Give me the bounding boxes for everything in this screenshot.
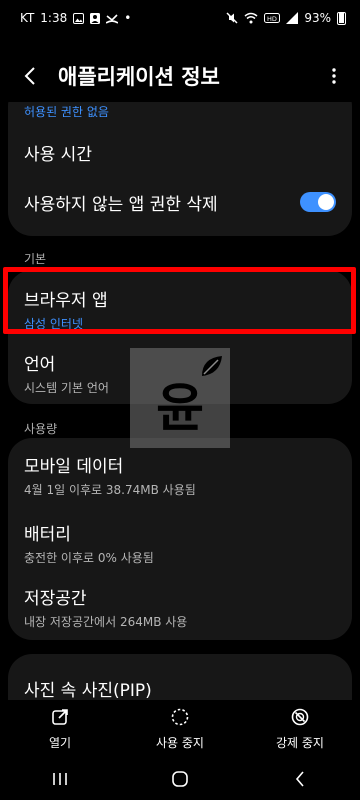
- missed-call-icon: [106, 13, 119, 24]
- mute-icon: [226, 12, 238, 24]
- battery-item[interactable]: 배터리 충전한 이후로 0% 사용됨: [8, 506, 352, 572]
- status-bar: KT 1:38 • HD 93%: [0, 0, 360, 36]
- mobile-data-item[interactable]: 모바일 데이터 4월 1일 이후로 38.74MB 사용됨: [8, 438, 352, 506]
- disable-label: 사용 중지: [156, 735, 204, 750]
- mobile-data-value: 4월 1일 이후로 38.74MB 사용됨: [24, 483, 196, 497]
- pip-label: 사진 속 사진(PIP): [24, 681, 152, 700]
- remove-unused-permissions-item[interactable]: 사용하지 않는 앱 권한 삭제: [8, 178, 352, 228]
- force-stop-icon: [291, 708, 309, 725]
- open-label: 열기: [48, 735, 72, 750]
- more-notifications-dot-icon: •: [124, 11, 132, 25]
- battery-label: 배터리: [24, 525, 71, 545]
- battery-value: 충전한 이후로 0% 사용됨: [24, 551, 154, 565]
- disable-icon: [171, 708, 189, 725]
- volte-icon: HD: [264, 13, 281, 23]
- section-label-default: 기본: [24, 252, 47, 266]
- disable-button[interactable]: 사용 중지: [120, 700, 240, 758]
- storage-label: 저장공간: [24, 589, 87, 609]
- app-bar: 애플리케이션 정보: [0, 50, 360, 102]
- action-bar: 열기 사용 중지 강제 중지: [0, 700, 360, 758]
- page-title: 애플리케이션 정보: [58, 65, 220, 89]
- back-nav-icon: [295, 771, 304, 787]
- open-in-new-icon: [52, 708, 68, 725]
- mobile-data-label: 모바일 데이터: [24, 457, 124, 477]
- battery-icon: [337, 11, 346, 25]
- watermark-logo: 윤: [130, 348, 230, 448]
- remove-unused-permissions-toggle[interactable]: [300, 192, 336, 212]
- storage-item[interactable]: 저장공간 내장 저장공간에서 264MB 사용: [8, 572, 352, 640]
- home-icon: [172, 771, 188, 787]
- person-notification-icon: [90, 12, 101, 24]
- recents-icon: [53, 773, 67, 785]
- usage-time-label: 사용 시간: [24, 145, 92, 165]
- signal-icon: [286, 12, 299, 24]
- recents-button[interactable]: [30, 759, 90, 799]
- back-nav-button[interactable]: [270, 759, 330, 799]
- more-options-button[interactable]: [316, 54, 352, 98]
- carrier-label: KT: [20, 11, 35, 25]
- leaf-icon: [202, 356, 222, 376]
- browser-app-value: 삼성 인터넷: [24, 317, 84, 331]
- clock: 1:38: [40, 11, 68, 25]
- usage-time-item[interactable]: 사용 시간: [8, 126, 352, 176]
- force-stop-button[interactable]: 강제 중지: [240, 700, 360, 758]
- usage-card: 모바일 데이터 4월 1일 이후로 38.74MB 사용됨 배터리 충전한 이후…: [8, 438, 352, 640]
- svg-text:HD: HD: [267, 15, 277, 23]
- storage-value: 내장 저장공간에서 264MB 사용: [24, 615, 188, 629]
- home-button[interactable]: [150, 759, 210, 799]
- more-vert-icon: [332, 68, 336, 84]
- back-button[interactable]: [8, 54, 52, 98]
- toggle-knob: [318, 194, 334, 210]
- section-label-usage: 사용량: [24, 422, 58, 436]
- photo-notification-icon: [73, 12, 85, 24]
- system-nav-bar: [0, 758, 360, 800]
- wifi-icon: [244, 12, 258, 24]
- pip-card: 사진 속 사진(PIP): [8, 654, 352, 700]
- browser-app-label: 브라우저 앱: [24, 291, 108, 311]
- browser-app-item[interactable]: 브라우저 앱 삼성 인터넷: [8, 270, 352, 334]
- battery-percent: 93%: [304, 11, 331, 25]
- force-stop-label: 강제 중지: [276, 735, 324, 750]
- permissions-card: 허용된 권한 없음 사용 시간 사용하지 않는 앱 권한 삭제: [8, 102, 352, 236]
- pip-item[interactable]: 사진 속 사진(PIP): [8, 654, 352, 700]
- back-arrow-icon: [24, 67, 35, 85]
- open-button[interactable]: 열기: [0, 700, 120, 758]
- permissions-summary: 허용된 권한 없음: [24, 105, 109, 119]
